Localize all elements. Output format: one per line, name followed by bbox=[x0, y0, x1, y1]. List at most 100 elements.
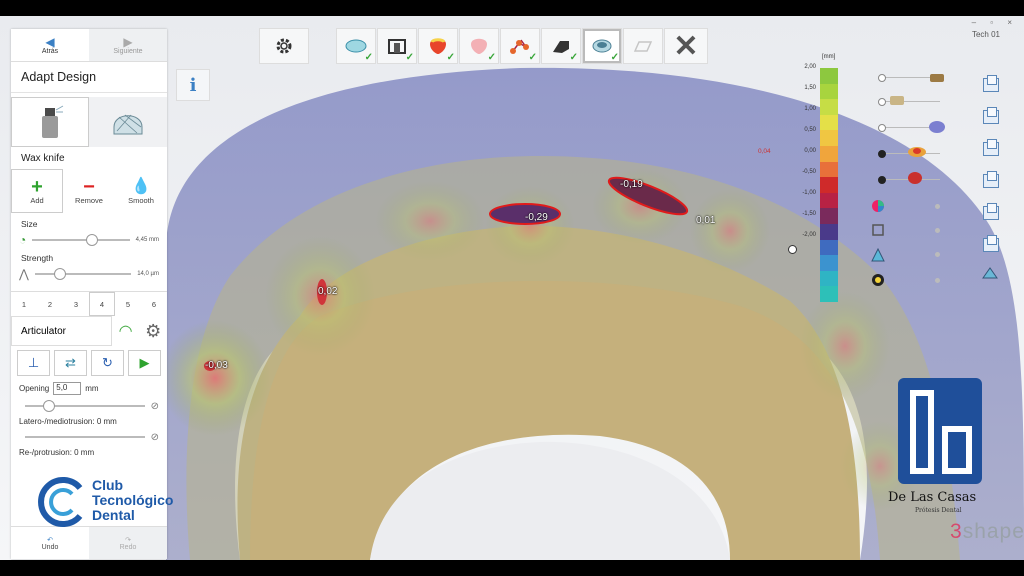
size-icon: ◔ bbox=[19, 233, 27, 247]
club-line2: Tecnológico bbox=[92, 492, 174, 508]
colorbar-radio[interactable] bbox=[788, 245, 797, 254]
articulator-icon[interactable]: ◠ bbox=[112, 317, 140, 345]
mesh-tooth-icon bbox=[113, 114, 143, 135]
step-anatomy[interactable]: ✓ bbox=[418, 28, 458, 64]
back-button[interactable]: ◀ Atrás bbox=[11, 29, 89, 61]
strength-slider[interactable] bbox=[34, 268, 132, 280]
remove-label: Remove bbox=[75, 195, 103, 205]
window-title: Tech 01 bbox=[971, 30, 1000, 39]
colorbar-marker: 0,04 bbox=[758, 148, 771, 155]
pin-icon: ⊥ bbox=[27, 355, 40, 370]
size-value: 4,45 mm bbox=[135, 237, 159, 243]
window-controls[interactable]: – ▫ × bbox=[972, 18, 1018, 27]
step-sculpt[interactable]: ✓ bbox=[541, 28, 581, 64]
snapshot-icon[interactable] bbox=[981, 266, 999, 280]
color-scale-segment bbox=[820, 161, 838, 178]
close-icon: ✕ bbox=[673, 29, 699, 63]
articulator-move-button[interactable]: ⇄ bbox=[54, 350, 87, 376]
play-button[interactable]: ▶ bbox=[128, 350, 161, 376]
arrow-right-icon: ▶ bbox=[123, 34, 133, 49]
color-scale-segment bbox=[820, 286, 838, 302]
articulator-label: Articulator bbox=[11, 316, 112, 346]
model-thumb-icon bbox=[930, 74, 944, 82]
opening-slider[interactable] bbox=[25, 400, 145, 412]
add-label: Add bbox=[30, 195, 44, 205]
info-button[interactable]: i bbox=[176, 69, 210, 101]
undo-icon: ↶ bbox=[47, 536, 53, 544]
gear-icon[interactable]: ⚙ bbox=[139, 317, 167, 345]
step-scan[interactable]: ✓ bbox=[336, 28, 376, 64]
color-scale-segment bbox=[820, 114, 838, 131]
view-copy-icon[interactable] bbox=[983, 203, 999, 220]
size-slider[interactable] bbox=[32, 234, 130, 246]
cut-model-icon[interactable] bbox=[871, 223, 885, 237]
move-icon: ⇄ bbox=[65, 355, 76, 370]
colorbar-tick: 0,50 bbox=[804, 127, 816, 133]
step-print[interactable] bbox=[623, 28, 663, 64]
reset-button[interactable]: ↻ bbox=[91, 350, 124, 376]
step-adapt[interactable]: ✓ bbox=[582, 28, 622, 64]
colorbar-tick: -2,00 bbox=[802, 232, 816, 238]
step-connectors[interactable]: ✓ bbox=[500, 28, 540, 64]
play-icon: ▶ bbox=[139, 355, 150, 370]
colorbar-tick: 0,00 bbox=[804, 148, 816, 154]
wax-knife-tool[interactable] bbox=[11, 97, 89, 147]
redo-icon: ↷ bbox=[125, 536, 131, 544]
viewport[interactable]: -0,19 -0,29 0,01 0,02 -0,03 – ▫ × Tech 0… bbox=[0, 16, 1024, 560]
wax-knife-icon bbox=[42, 105, 64, 138]
colorbar-tick: 2,00 bbox=[804, 64, 816, 70]
contact-icon[interactable] bbox=[871, 273, 885, 287]
tab-4[interactable]: 4 bbox=[89, 292, 115, 316]
redo-button[interactable]: ↷ Redo bbox=[89, 527, 167, 559]
disable-icon[interactable]: ⊘ bbox=[151, 432, 159, 443]
size-slider-knob[interactable] bbox=[85, 234, 98, 246]
arrow-left-icon: ◀ bbox=[45, 34, 55, 49]
model-thumb-icon bbox=[929, 121, 945, 133]
view-copy-icon[interactable] bbox=[983, 171, 999, 188]
latero-slider[interactable] bbox=[25, 436, 145, 438]
tab-6[interactable]: 6 bbox=[141, 292, 167, 316]
colorbar-tick: -0,50 bbox=[802, 169, 816, 175]
view-copy-icon[interactable] bbox=[983, 235, 999, 252]
color-scale-segment bbox=[820, 68, 838, 84]
color-scale-segment bbox=[820, 99, 838, 115]
colorbar-unit: [mm] bbox=[822, 54, 836, 60]
view-copy-icon[interactable] bbox=[983, 107, 999, 124]
club-line3: Dental bbox=[92, 507, 135, 523]
disable-icon[interactable]: ⊘ bbox=[151, 401, 159, 412]
close-button[interactable]: ✕ bbox=[664, 28, 708, 64]
measure-label: -0,03 bbox=[205, 360, 228, 371]
tab-5[interactable]: 5 bbox=[115, 292, 141, 316]
color-scale-segment bbox=[820, 223, 838, 240]
color-scale-segment bbox=[820, 255, 838, 271]
tab-2[interactable]: 2 bbox=[37, 292, 63, 316]
view-copy-icon[interactable] bbox=[983, 139, 999, 156]
next-button[interactable]: ▶ Siguiente bbox=[89, 29, 167, 61]
tab-1[interactable]: 1 bbox=[11, 292, 37, 316]
color-scale-segment bbox=[820, 145, 838, 162]
color-scale-segment bbox=[820, 130, 838, 146]
strength-slider-knob[interactable] bbox=[54, 268, 67, 280]
add-button[interactable]: + Add bbox=[11, 169, 63, 213]
view-copy-icon[interactable] bbox=[983, 75, 999, 92]
articulator-pin-button[interactable]: ⊥ bbox=[17, 350, 50, 376]
strength-value: 14,0 µm bbox=[137, 271, 159, 277]
opening-knob[interactable] bbox=[43, 400, 55, 412]
anatomy-tool[interactable] bbox=[89, 97, 167, 147]
prism-icon[interactable] bbox=[871, 248, 885, 262]
step-pink[interactable]: ✓ bbox=[459, 28, 499, 64]
step-margin[interactable]: ✓ bbox=[377, 28, 417, 64]
opening-field[interactable]: 5,0 bbox=[53, 382, 82, 395]
back-label: Atrás bbox=[41, 47, 59, 55]
de-las-casas-logo-icon bbox=[898, 378, 982, 484]
color-wheel-icon[interactable] bbox=[871, 199, 885, 213]
model-thumb-icon bbox=[890, 96, 904, 105]
tab-3[interactable]: 3 bbox=[63, 292, 89, 316]
smooth-button[interactable]: 💧 Smooth bbox=[115, 169, 167, 213]
tool-label: Wax knife bbox=[21, 152, 65, 164]
remove-button[interactable]: − Remove bbox=[63, 169, 115, 213]
plus-icon: + bbox=[31, 175, 43, 198]
settings-button[interactable] bbox=[259, 28, 309, 64]
color-scale-segment bbox=[820, 208, 838, 224]
colorbar-tick: 1,00 bbox=[804, 106, 816, 112]
